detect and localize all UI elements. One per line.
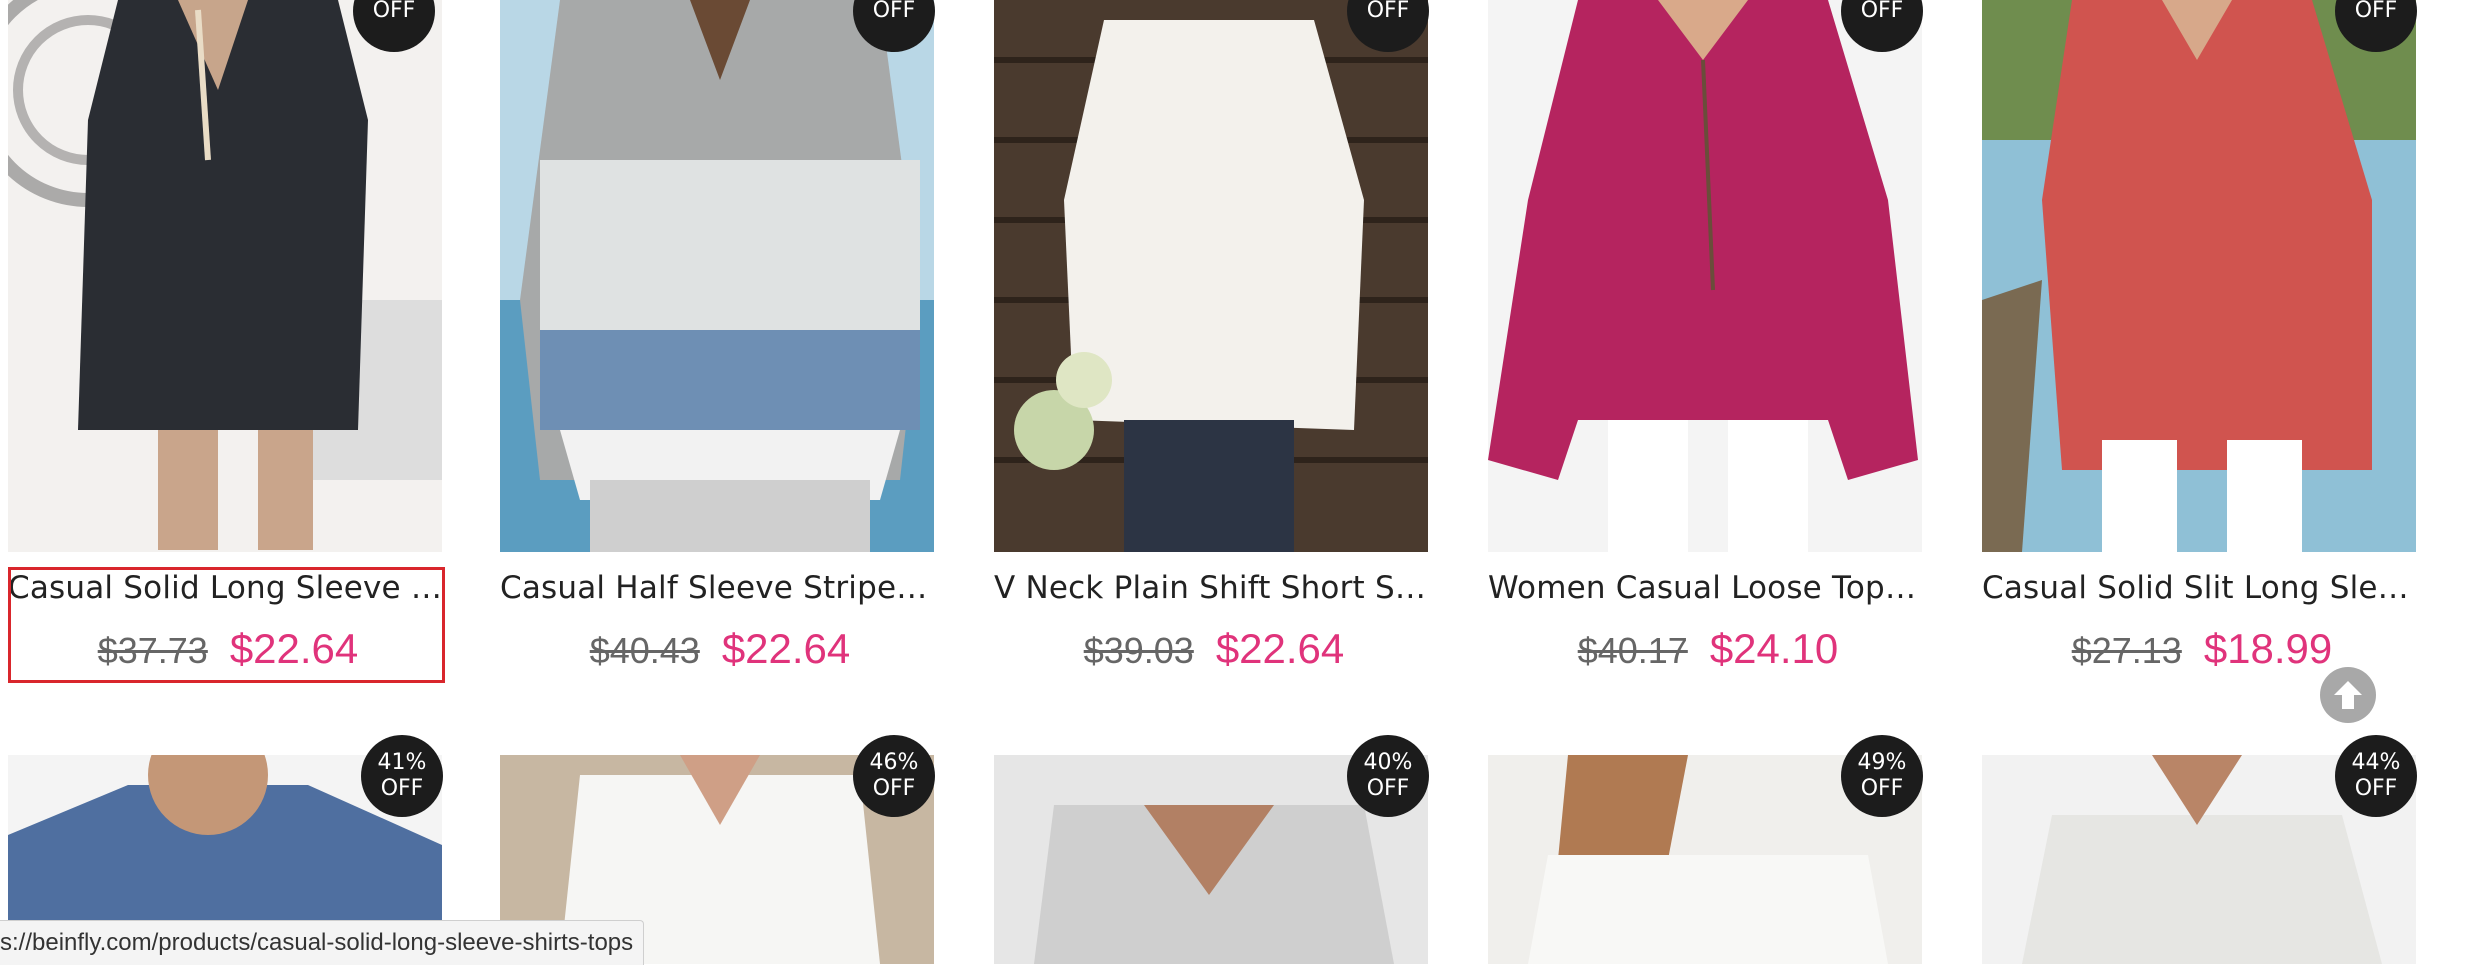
discount-badge: 40% OFF (1347, 735, 1429, 817)
product-prices: $27.13 $18.99 (1982, 625, 2422, 673)
discount-badge: 49% OFF (1841, 735, 1923, 817)
discount-off-label: OFF (380, 776, 424, 801)
sale-price: $24.10 (1709, 625, 1839, 672)
discount-off-label: OFF (872, 0, 916, 23)
discount-off-label: OFF (1860, 0, 1904, 23)
original-price: $27.13 (2071, 630, 2182, 671)
original-price: $40.17 (1577, 630, 1688, 671)
discount-off-label: OFF (1366, 0, 1410, 23)
sale-price: $22.64 (1215, 625, 1345, 672)
discount-off-label: OFF (1366, 776, 1410, 801)
discount-off-label: OFF (2354, 0, 2398, 23)
product-title[interactable]: Women Casual Loose Tops Tuni... (1488, 570, 1928, 606)
product-image[interactable] (1982, 0, 2416, 552)
status-bar-link-url: s://beinfly.com/products/casual-solid-lo… (0, 920, 645, 965)
discount-percent: 41% (377, 750, 427, 775)
scroll-to-top-button[interactable] (2320, 667, 2376, 723)
product-image[interactable] (994, 0, 1428, 552)
discount-off-label: OFF (2354, 776, 2398, 801)
discount-percent: 44% (2351, 750, 2401, 775)
arrow-up-circle-icon (2334, 681, 2362, 709)
discount-percent: 49% (1857, 750, 1907, 775)
product-title[interactable]: V Neck Plain Shift Short Sleeve ... (994, 570, 1434, 606)
product-image[interactable] (8, 0, 442, 552)
hover-highlight-frame (8, 567, 445, 683)
discount-off-label: OFF (1860, 776, 1904, 801)
sale-price: $18.99 (2203, 625, 2333, 672)
product-title[interactable]: Casual Half Sleeve Striped Shir... (500, 570, 940, 606)
discount-off-label: OFF (372, 0, 416, 23)
discount-badge: 44% OFF (2335, 735, 2417, 817)
original-price: $39.03 (1083, 630, 1194, 671)
product-image[interactable] (500, 0, 934, 552)
product-prices: $40.43 $22.64 (500, 625, 940, 673)
product-prices: $39.03 $22.64 (994, 625, 1434, 673)
product-prices: $40.17 $24.10 (1488, 625, 1928, 673)
discount-badge: 41% OFF (361, 735, 443, 817)
product-image[interactable] (1488, 0, 1922, 552)
original-price: $40.43 (589, 630, 700, 671)
discount-off-label: OFF (872, 776, 916, 801)
sale-price: $22.64 (721, 625, 851, 672)
discount-percent: 46% (869, 750, 919, 775)
discount-badge: 46% OFF (853, 735, 935, 817)
discount-percent: 40% (1363, 750, 1413, 775)
product-title[interactable]: Casual Solid Slit Long Sleeve Pl... (1982, 570, 2422, 606)
